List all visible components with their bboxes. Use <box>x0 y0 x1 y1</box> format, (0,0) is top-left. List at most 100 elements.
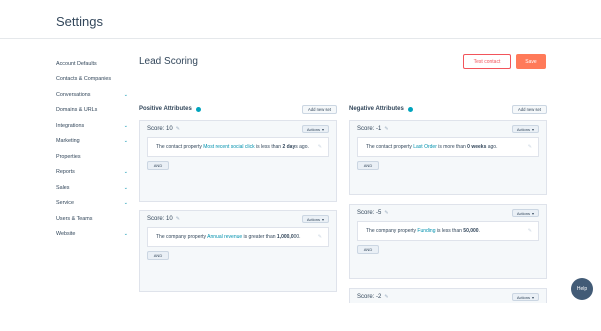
sidebar-item-reports[interactable]: Reports ⌄ <box>56 165 128 181</box>
caret-down-icon: ▾ <box>321 216 324 222</box>
sidebar-item-label: Properties <box>56 153 81 160</box>
sidebar-item-users-teams[interactable]: Users & Teams <box>56 211 128 227</box>
criteria-operator: is greater than <box>242 234 277 240</box>
positive-attributes-heading: Positive Attributes <box>139 106 201 112</box>
actions-dropdown[interactable]: Actions ▾ <box>301 125 329 133</box>
chevron-down-icon: ⌄ <box>123 184 128 191</box>
actions-label: Actions <box>516 210 530 216</box>
add-new-set-button[interactable]: Add new set <box>301 104 337 114</box>
sidebar-item-contacts-companies[interactable]: Contacts & Companies <box>56 72 128 88</box>
info-icon[interactable] <box>407 106 413 112</box>
positive-attributes-column: Positive Attributes Add new set Score: 1… <box>139 103 337 298</box>
chevron-down-icon: ⌄ <box>123 122 128 129</box>
page-title: Settings <box>56 14 103 29</box>
pencil-icon[interactable]: ✎ <box>384 294 388 300</box>
criteria-value: 50,000 <box>463 228 479 234</box>
sidebar-item-integrations[interactable]: Integrations ⌄ <box>56 118 128 134</box>
settings-sidebar: Account Defaults Contacts & Companies Co… <box>56 56 128 242</box>
actions-dropdown[interactable]: Actions ▾ <box>511 293 539 301</box>
sidebar-item-sales[interactable]: Sales ⌄ <box>56 180 128 196</box>
score-label: Score: -5 ✎ <box>357 210 389 216</box>
criteria-operator: is more than <box>436 144 468 150</box>
criteria-row[interactable]: The contact property Most recent social … <box>147 137 329 157</box>
score-label: Score: 10 ✎ <box>147 126 180 132</box>
criteria-value: 2 day <box>282 144 296 150</box>
criteria-text: The company property <box>156 234 208 240</box>
criteria-value: 1,000,0 <box>276 234 294 240</box>
sidebar-item-label: Marketing <box>56 138 80 145</box>
pencil-icon[interactable]: ✎ <box>318 143 322 151</box>
criteria-row[interactable]: The company property Annual revenue is g… <box>147 227 329 247</box>
chevron-down-icon: ⌄ <box>123 231 128 238</box>
actions-dropdown[interactable]: Actions ▾ <box>511 209 539 217</box>
criteria-suffix: 00. <box>293 234 301 240</box>
pencil-icon[interactable]: ✎ <box>384 210 388 216</box>
sidebar-item-account-defaults[interactable]: Account Defaults <box>56 56 128 72</box>
score-card: Score: -2 ✎ Actions ▾ <box>349 288 547 303</box>
negative-attributes-title: Negative Attributes <box>349 106 404 112</box>
sidebar-item-label: Account Defaults <box>56 60 97 67</box>
help-button[interactable]: Help <box>571 278 593 300</box>
criteria-row[interactable]: The company property Funding is less tha… <box>357 221 539 241</box>
score-value: Score: 10 <box>147 126 173 132</box>
score-card: Score: -5 ✎ Actions ▾ The company property… <box>349 204 547 279</box>
pencil-icon[interactable]: ✎ <box>384 126 388 132</box>
sidebar-item-service[interactable]: Service ⌄ <box>56 196 128 212</box>
actions-dropdown[interactable]: Actions ▾ <box>511 125 539 133</box>
negative-attributes-heading: Negative Attributes <box>349 106 413 112</box>
actions-label: Actions <box>306 126 320 132</box>
test-contact-button[interactable]: Test contact <box>463 54 511 69</box>
property-link[interactable]: Last Order <box>413 144 437 150</box>
save-button[interactable]: Save <box>516 54 546 69</box>
criteria-text: The contact property <box>366 144 414 150</box>
sidebar-item-label: Contacts & Companies <box>56 76 112 83</box>
criteria-text: The company property <box>366 228 418 234</box>
negative-attributes-column: Negative Attributes Add new set Score: -… <box>349 103 547 303</box>
chevron-down-icon: ⌄ <box>123 138 128 145</box>
score-card: Score: 10 ✎ Actions ▾ The company property… <box>139 210 337 292</box>
info-icon[interactable] <box>195 106 201 112</box>
property-link[interactable]: Annual revenue <box>207 234 242 240</box>
criteria-row[interactable]: The contact property Last Order is more … <box>357 137 539 157</box>
and-button[interactable]: AND <box>147 161 169 170</box>
actions-label: Actions <box>516 126 530 132</box>
score-value: Score: 10 <box>147 216 173 222</box>
caret-down-icon: ▾ <box>531 210 534 216</box>
score-card: Score: -1 ✎ Actions ▾ The contact property… <box>349 120 547 195</box>
chevron-down-icon: ⌄ <box>123 91 128 98</box>
criteria-value: 0 weeks <box>467 144 487 150</box>
chevron-down-icon: ⌄ <box>123 169 128 176</box>
pencil-icon[interactable]: ✎ <box>176 216 180 222</box>
actions-label: Actions <box>306 216 320 222</box>
pencil-icon[interactable]: ✎ <box>528 143 532 151</box>
sidebar-item-domains-urls[interactable]: Domains & URLs <box>56 103 128 119</box>
sidebar-item-label: Users & Teams <box>56 215 93 222</box>
sidebar-item-properties[interactable]: Properties <box>56 149 128 165</box>
pencil-icon[interactable]: ✎ <box>528 227 532 235</box>
score-value: Score: -5 <box>357 210 382 216</box>
sidebar-item-website[interactable]: Website ⌄ <box>56 227 128 243</box>
score-label: Score: -1 ✎ <box>357 126 389 132</box>
sidebar-item-conversations[interactable]: Conversations ⌄ <box>56 87 128 103</box>
and-button[interactable]: AND <box>147 251 169 260</box>
pencil-icon[interactable]: ✎ <box>176 126 180 132</box>
criteria-suffix: . <box>478 228 480 234</box>
and-button[interactable]: AND <box>357 245 379 254</box>
chevron-down-icon: ⌄ <box>123 200 128 207</box>
property-link[interactable]: Funding <box>417 228 435 234</box>
pencil-icon[interactable]: ✎ <box>318 233 322 241</box>
add-new-set-button[interactable]: Add new set <box>511 104 547 114</box>
and-button[interactable]: AND <box>357 161 379 170</box>
property-link[interactable]: Most recent social click <box>203 144 254 150</box>
sidebar-item-label: Website <box>56 231 76 238</box>
sidebar-item-marketing[interactable]: Marketing ⌄ <box>56 134 128 150</box>
criteria-suffix: s ago. <box>295 144 309 150</box>
sidebar-item-label: Reports <box>56 169 75 176</box>
score-value: Score: -1 <box>357 126 382 132</box>
score-label: Score: 10 ✎ <box>147 216 180 222</box>
actions-dropdown[interactable]: Actions ▾ <box>301 215 329 223</box>
sidebar-item-label: Domains & URLs <box>56 107 98 114</box>
score-card: Score: 10 ✎ Actions ▾ The contact property… <box>139 120 337 202</box>
sidebar-item-label: Sales <box>56 184 70 191</box>
section-title: Lead Scoring <box>139 56 198 67</box>
